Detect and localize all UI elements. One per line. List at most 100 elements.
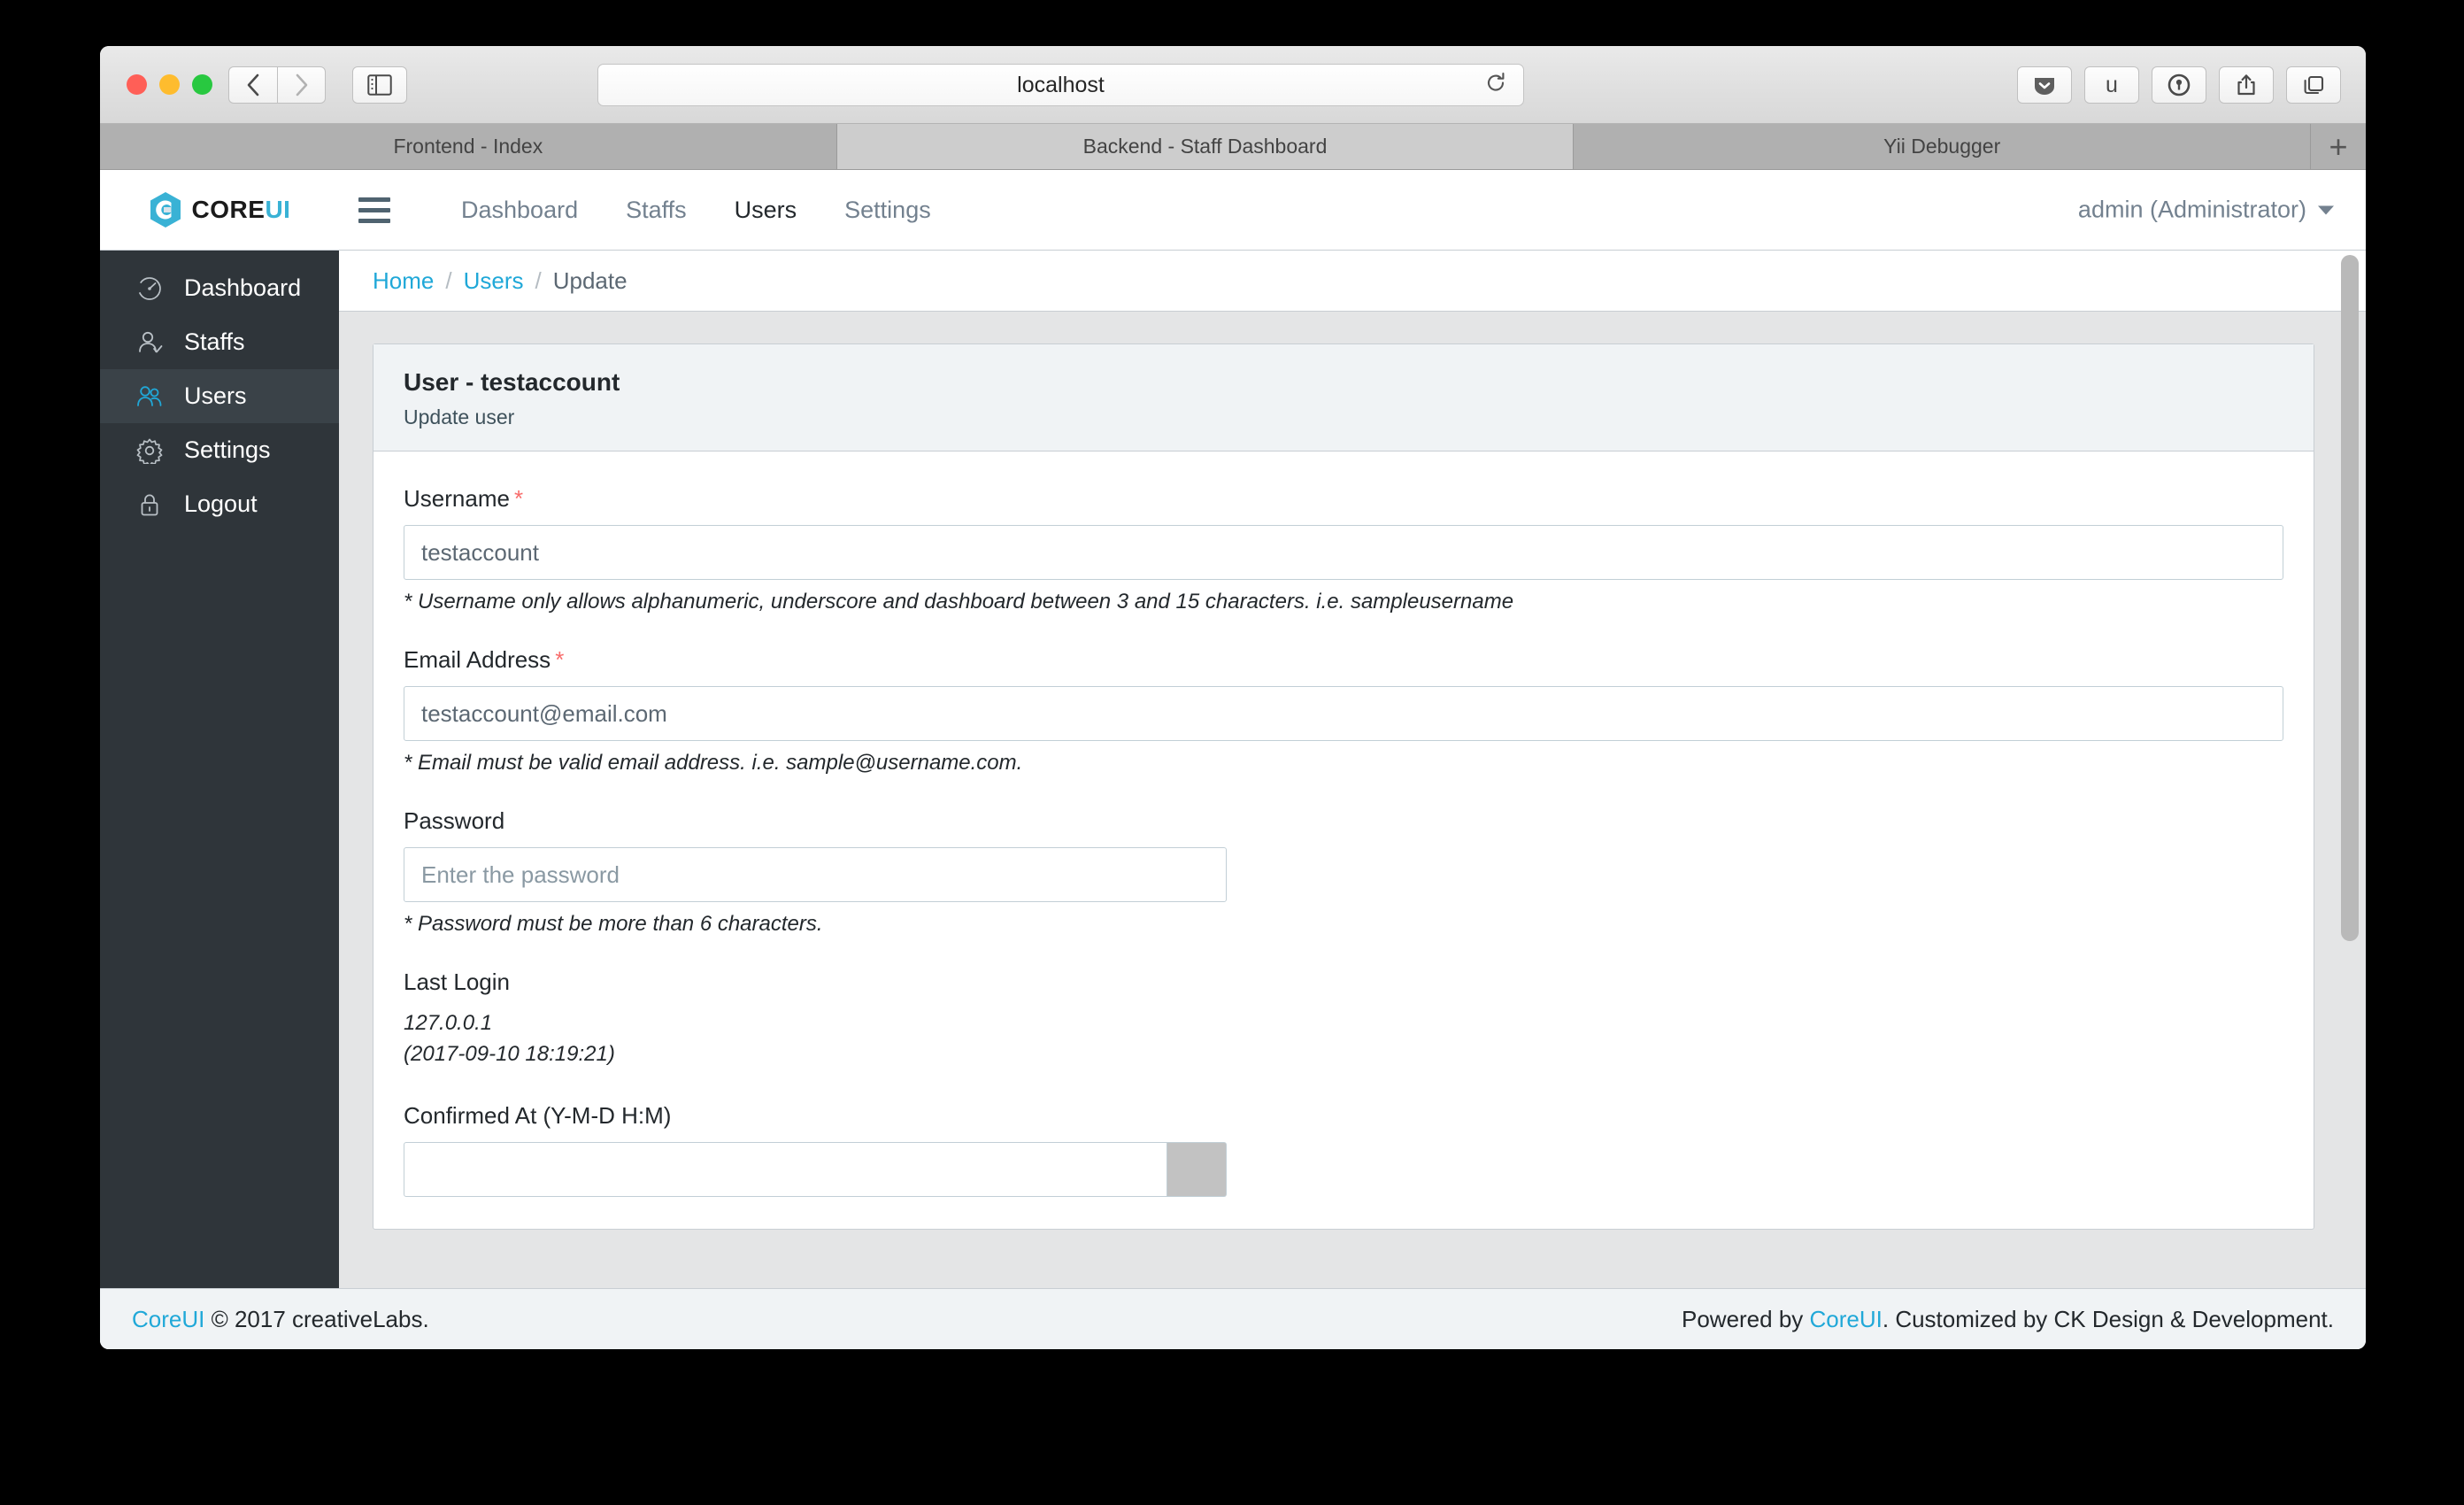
- new-tab-button[interactable]: +: [2311, 124, 2366, 169]
- last-login-group: Last Login 127.0.0.1 (2017-09-10 18:19:2…: [404, 969, 2283, 1070]
- browser-tab-backend-staff-dashboard[interactable]: Backend - Staff Dashboard: [836, 124, 1575, 169]
- sidebar-icon: [367, 74, 392, 96]
- footer-right-pre: Powered by: [1681, 1305, 1810, 1332]
- menu-toggle-button[interactable]: [358, 197, 390, 223]
- sidebar-item-label: Dashboard: [184, 274, 302, 301]
- address-bar-url: localhost: [1017, 72, 1105, 97]
- brand-logo[interactable]: COREUI: [100, 191, 339, 228]
- onepassword-icon: [2168, 73, 2191, 96]
- breadcrumb-separator: /: [445, 266, 452, 294]
- nav-link-dashboard[interactable]: Dashboard: [437, 197, 602, 224]
- breadcrumb-separator: /: [535, 266, 542, 294]
- email-label: Email Address *: [404, 646, 2283, 674]
- sidebar-item-label: Staffs: [184, 328, 245, 355]
- breadcrumb-current: Update: [552, 266, 628, 294]
- confirmed-at-group: Confirmed At (Y-M-D H:M): [404, 1102, 2283, 1197]
- password-label-text: Password: [404, 807, 505, 834]
- footer-powered-coreui-link[interactable]: CoreUI: [1810, 1306, 1883, 1332]
- sidebar-item-logout[interactable]: Logout: [100, 477, 339, 531]
- password-input[interactable]: [404, 847, 1227, 902]
- nav-link-staffs[interactable]: Staffs: [602, 197, 711, 224]
- last-login-time: (2017-09-10 18:19:21): [404, 1041, 615, 1066]
- lock-icon: [135, 490, 165, 520]
- sidebar-item-label: Logout: [184, 490, 258, 517]
- forward-button[interactable]: [277, 66, 326, 104]
- email-help-text: * Email must be valid email address. i.e…: [404, 751, 1023, 775]
- calendar-button[interactable]: [1167, 1141, 1227, 1197]
- footer-right-post: . Customized by CK Design & Development.: [1882, 1305, 2334, 1332]
- footer-coreui-link[interactable]: CoreUI: [132, 1306, 204, 1332]
- reload-icon: [1487, 73, 1505, 91]
- sidebar-toggle-button[interactable]: [352, 66, 407, 104]
- back-button[interactable]: [228, 66, 277, 104]
- gear-icon: [135, 436, 165, 466]
- ublock-button[interactable]: u: [2084, 66, 2139, 104]
- password-label: Password: [404, 807, 2283, 835]
- app-navbar: COREUI Dashboard Staffs Users Settings a…: [100, 170, 2366, 251]
- breadcrumb-users[interactable]: Users: [464, 267, 524, 295]
- password-form-group: Password * Password must be more than 6 …: [404, 807, 2283, 937]
- email-label-text: Email Address: [404, 646, 551, 673]
- main-content: Home / Users / Update User - testaccount…: [339, 251, 2366, 1288]
- breadcrumb-home[interactable]: Home: [373, 267, 434, 295]
- tab-overview-icon: [2304, 75, 2323, 94]
- content-scrollbar[interactable]: [2341, 255, 2359, 1288]
- nav-link-settings[interactable]: Settings: [820, 197, 955, 224]
- page-footer: CoreUI © 2017 creativeLabs. Powered by C…: [100, 1288, 2366, 1349]
- last-login-label: Last Login: [404, 969, 510, 995]
- hamburger-bar: [358, 218, 390, 223]
- confirmed-at-input[interactable]: [404, 1141, 1168, 1197]
- confirmed-at-label: Confirmed At (Y-M-D H:M): [404, 1101, 672, 1129]
- footer-left-text: © 2017 creativeLabs.: [204, 1305, 429, 1332]
- hamburger-bar: [358, 207, 390, 212]
- close-window-button[interactable]: [127, 74, 147, 95]
- sidebar: Dashboard Staffs Users Settings Logout: [100, 251, 339, 1288]
- card-header: User - testaccount Update user: [373, 344, 2314, 452]
- brand-core: CORE: [191, 196, 266, 223]
- minimize-window-button[interactable]: [159, 74, 180, 95]
- password-help-text: * Password must be more than 6 character…: [404, 912, 823, 936]
- chevron-right-icon: [296, 73, 307, 96]
- browser-tab-yii-debugger[interactable]: Yii Debugger: [1574, 124, 2312, 169]
- sidebar-item-label: Settings: [184, 436, 271, 463]
- content-scrollbar-thumb[interactable]: [2341, 255, 2359, 941]
- window-controls: [127, 74, 212, 95]
- sidebar-item-users[interactable]: Users: [100, 369, 339, 423]
- sidebar-item-dashboard[interactable]: Dashboard: [100, 261, 339, 315]
- onepassword-button[interactable]: [2152, 66, 2206, 104]
- tab-overview-button[interactable]: [2286, 66, 2341, 104]
- username-help-text: * Username only allows alphanumeric, und…: [404, 590, 1514, 614]
- footer-left: CoreUI © 2017 creativeLabs.: [132, 1306, 429, 1333]
- sidebar-item-settings[interactable]: Settings: [100, 423, 339, 477]
- nav-link-users[interactable]: Users: [711, 197, 821, 224]
- breadcrumb: Home / Users / Update: [339, 251, 2366, 312]
- share-icon: [2237, 74, 2255, 96]
- address-bar[interactable]: localhost: [597, 64, 1524, 106]
- share-button[interactable]: [2219, 66, 2274, 104]
- speedometer-icon: [135, 274, 165, 304]
- sidebar-item-staffs[interactable]: Staffs: [100, 315, 339, 369]
- browser-toolbar: localhost u: [100, 46, 2366, 124]
- username-label: Username *: [404, 485, 2283, 513]
- sidebar-item-label: Users: [184, 382, 247, 409]
- username-form-group: Username* * Username only allows alphanu…: [404, 485, 2283, 614]
- coreui-logo-icon: [150, 192, 181, 228]
- ublock-icon: u: [2106, 72, 2118, 97]
- browser-tab-bar: Frontend - Index Backend - Staff Dashboa…: [100, 124, 2366, 170]
- maximize-window-button[interactable]: [192, 74, 212, 95]
- chevron-down-icon: [2318, 205, 2334, 214]
- hamburger-bar: [358, 197, 390, 202]
- users-icon: [135, 382, 165, 412]
- browser-tab-frontend-index[interactable]: Frontend - Index: [100, 124, 837, 169]
- card-title: User - testaccount: [404, 368, 620, 396]
- email-input[interactable]: [404, 686, 2283, 741]
- card-subtitle: Update user: [404, 405, 515, 428]
- user-dropdown[interactable]: admin (Administrator): [2078, 197, 2334, 224]
- username-label-text: Username: [404, 485, 510, 512]
- username-input[interactable]: [404, 525, 2283, 580]
- pocket-icon: [2035, 78, 2054, 95]
- chevron-left-icon: [247, 73, 259, 96]
- required-marker: *: [513, 485, 524, 512]
- pocket-button[interactable]: [2017, 66, 2072, 104]
- reload-button[interactable]: [1484, 72, 1507, 99]
